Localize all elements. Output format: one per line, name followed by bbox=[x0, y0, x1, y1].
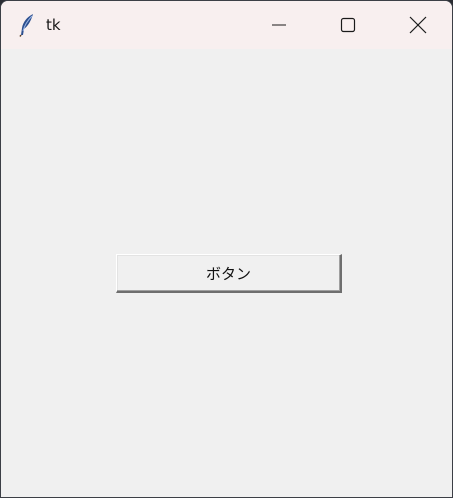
minimize-button[interactable] bbox=[246, 1, 312, 49]
client-area: ボタン bbox=[1, 49, 452, 497]
close-button[interactable] bbox=[385, 1, 451, 49]
feather-icon bbox=[18, 13, 36, 37]
title-bar[interactable]: tk bbox=[1, 1, 452, 49]
app-window: tk ボタン bbox=[0, 0, 453, 498]
main-button[interactable]: ボタン bbox=[116, 254, 342, 293]
minimize-icon bbox=[271, 17, 287, 33]
window-title: tk bbox=[46, 16, 61, 34]
maximize-icon bbox=[340, 17, 356, 33]
close-icon bbox=[409, 16, 427, 34]
maximize-button[interactable] bbox=[315, 1, 381, 49]
